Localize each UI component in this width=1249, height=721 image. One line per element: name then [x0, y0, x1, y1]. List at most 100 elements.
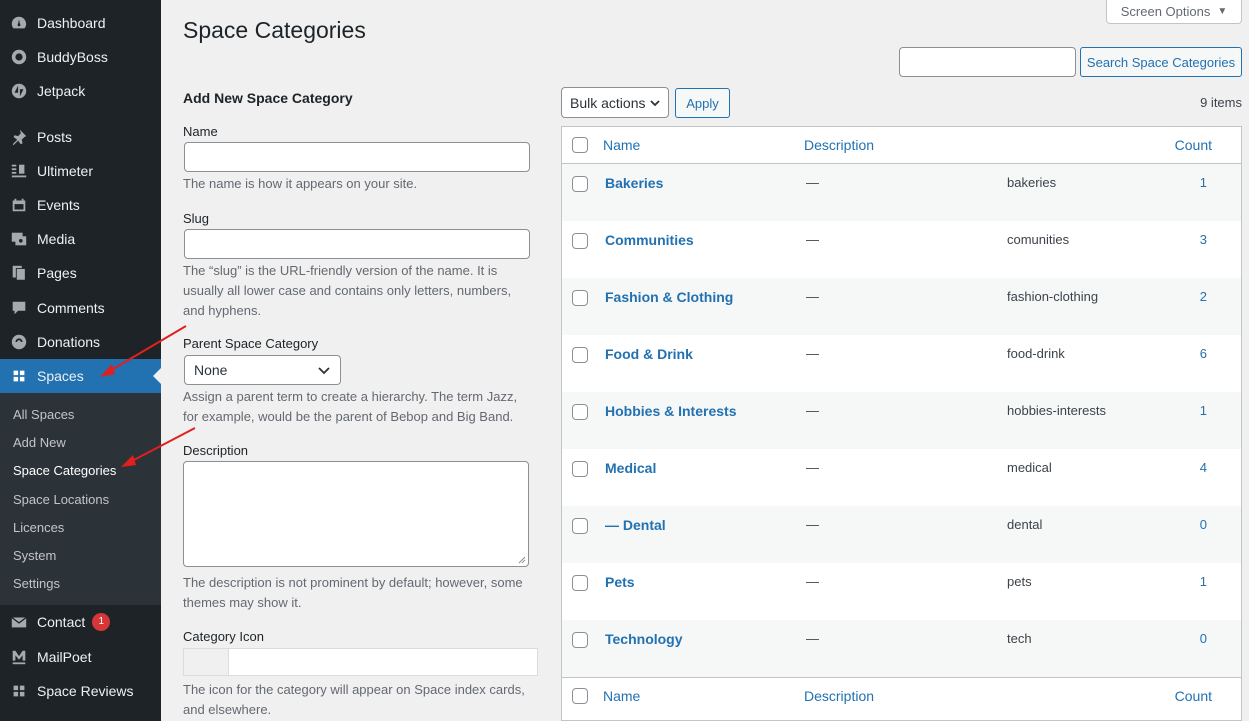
name-help: The name is how it appears on your site.: [183, 176, 418, 191]
category-name-link[interactable]: Fashion & Clothing: [605, 289, 733, 305]
column-count-footer[interactable]: Count: [1175, 688, 1212, 704]
category-description: —: [806, 517, 819, 532]
column-name[interactable]: Name: [603, 137, 640, 153]
reviews-icon: [9, 681, 29, 701]
bulk-actions-select[interactable]: Bulk actions: [561, 87, 669, 118]
parent-label: Parent Space Category: [183, 336, 319, 351]
apply-button[interactable]: Apply: [675, 88, 730, 118]
category-icon-field[interactable]: [183, 648, 538, 676]
submenu-system[interactable]: System: [13, 548, 56, 563]
menu-space-reviews[interactable]: Space Reviews: [0, 674, 161, 708]
row-checkbox[interactable]: [572, 347, 588, 363]
resize-handle-icon[interactable]: [518, 556, 526, 564]
slug-label: Slug: [183, 211, 210, 226]
column-description-footer[interactable]: Description: [804, 688, 874, 704]
category-count-link[interactable]: 0: [1200, 517, 1207, 532]
parent-category-select[interactable]: None: [184, 355, 341, 385]
slug-input[interactable]: [184, 229, 530, 259]
category-description: —: [806, 346, 819, 361]
column-description[interactable]: Description: [804, 137, 874, 153]
description-label: Description: [183, 443, 249, 458]
category-description: —: [806, 631, 819, 646]
menu-comments[interactable]: Comments: [0, 291, 161, 325]
category-name-link[interactable]: Technology: [605, 631, 683, 647]
row-checkbox[interactable]: [572, 404, 588, 420]
category-count-link[interactable]: 1: [1200, 175, 1207, 190]
menu-ultimeter[interactable]: Ultimeter: [0, 154, 161, 188]
submenu-all-spaces[interactable]: All Spaces: [13, 407, 74, 422]
category-name-link[interactable]: Communities: [605, 232, 694, 248]
category-count-link[interactable]: 6: [1200, 346, 1207, 361]
pin-icon: [9, 127, 29, 147]
icon-help: The icon for the category will appear on…: [183, 682, 525, 717]
row-checkbox[interactable]: [572, 575, 588, 591]
search-button[interactable]: Search Space Categories: [1080, 47, 1242, 77]
chevron-down-icon: [650, 100, 660, 107]
category-name-link[interactable]: Bakeries: [605, 175, 663, 191]
menu-jetpack[interactable]: Jetpack: [0, 74, 161, 108]
menu-events[interactable]: Events: [0, 188, 161, 222]
submenu-add-new[interactable]: Add New: [13, 435, 66, 450]
category-name-link[interactable]: Pets: [605, 574, 635, 590]
donations-icon: [9, 332, 29, 352]
menu-label: Dashboard: [37, 15, 106, 31]
category-slug: hobbies-interests: [1007, 403, 1106, 418]
menu-label: Jetpack: [37, 83, 86, 99]
search-input[interactable]: [899, 47, 1076, 77]
category-count-link[interactable]: 1: [1200, 403, 1207, 418]
category-count-link[interactable]: 3: [1200, 232, 1207, 247]
row-checkbox[interactable]: [572, 176, 588, 192]
category-slug: tech: [1007, 631, 1032, 646]
menu-contact[interactable]: Contact 1: [0, 605, 161, 639]
row-checkbox[interactable]: [572, 290, 588, 306]
menu-spaces[interactable]: Spaces: [0, 359, 161, 393]
menu-posts[interactable]: Posts: [0, 120, 161, 154]
select-all-checkbox[interactable]: [572, 137, 588, 153]
select-all-checkbox-footer[interactable]: [572, 688, 588, 704]
category-slug: bakeries: [1007, 175, 1057, 190]
category-count-link[interactable]: 2: [1200, 289, 1207, 304]
table-row: Food & Drink — food-drink 6: [562, 335, 1241, 392]
icon-label: Category Icon: [183, 629, 264, 644]
menu-dashboard[interactable]: Dashboard: [0, 6, 161, 40]
menu-mailpoet[interactable]: MailPoet: [0, 640, 161, 674]
menu-donations[interactable]: Donations: [0, 325, 161, 359]
row-checkbox[interactable]: [572, 461, 588, 477]
column-count[interactable]: Count: [1175, 137, 1212, 153]
category-slug: food-drink: [1007, 346, 1065, 361]
submenu-settings[interactable]: Settings: [13, 576, 60, 591]
category-description: —: [806, 175, 819, 190]
category-name-link[interactable]: Medical: [605, 460, 656, 476]
category-name-link[interactable]: Hobbies & Interests: [605, 403, 736, 419]
menu-label: Events: [37, 197, 80, 213]
bulk-actions-value: Bulk actions: [570, 94, 646, 111]
column-name-footer[interactable]: Name: [603, 688, 640, 704]
media-icon: [9, 229, 29, 249]
submenu-space-categories[interactable]: Space Categories: [13, 463, 116, 478]
table-row: Fashion & Clothing — fashion-clothing 2: [562, 278, 1241, 335]
description-textarea[interactable]: [183, 461, 529, 567]
admin-sidebar: Dashboard BuddyBoss Jetpack Posts Ultime…: [0, 0, 161, 721]
spaces-submenu: All Spaces Add New Space Categories Spac…: [0, 393, 161, 605]
menu-buddyboss[interactable]: BuddyBoss: [0, 40, 161, 74]
category-count-link[interactable]: 4: [1200, 460, 1207, 475]
category-name-link[interactable]: — Dental: [605, 517, 666, 533]
category-count-link[interactable]: 1: [1200, 574, 1207, 589]
menu-label: Comments: [37, 300, 105, 316]
row-checkbox[interactable]: [572, 233, 588, 249]
category-description: —: [806, 289, 819, 304]
category-count-link[interactable]: 0: [1200, 631, 1207, 646]
table-row: Hobbies & Interests — hobbies-interests …: [562, 392, 1241, 449]
row-checkbox[interactable]: [572, 632, 588, 648]
menu-media[interactable]: Media: [0, 222, 161, 256]
row-checkbox[interactable]: [572, 518, 588, 534]
icon-preview-swatch[interactable]: [184, 649, 229, 675]
menu-pages[interactable]: Pages: [0, 256, 161, 290]
chevron-down-icon: [318, 367, 330, 375]
name-input[interactable]: [184, 142, 530, 172]
category-name-link[interactable]: Food & Drink: [605, 346, 693, 362]
category-slug: dental: [1007, 517, 1043, 532]
submenu-licences[interactable]: Licences: [13, 520, 64, 535]
screen-options-button[interactable]: Screen Options ▼: [1106, 0, 1242, 24]
submenu-space-locations[interactable]: Space Locations: [13, 492, 109, 507]
